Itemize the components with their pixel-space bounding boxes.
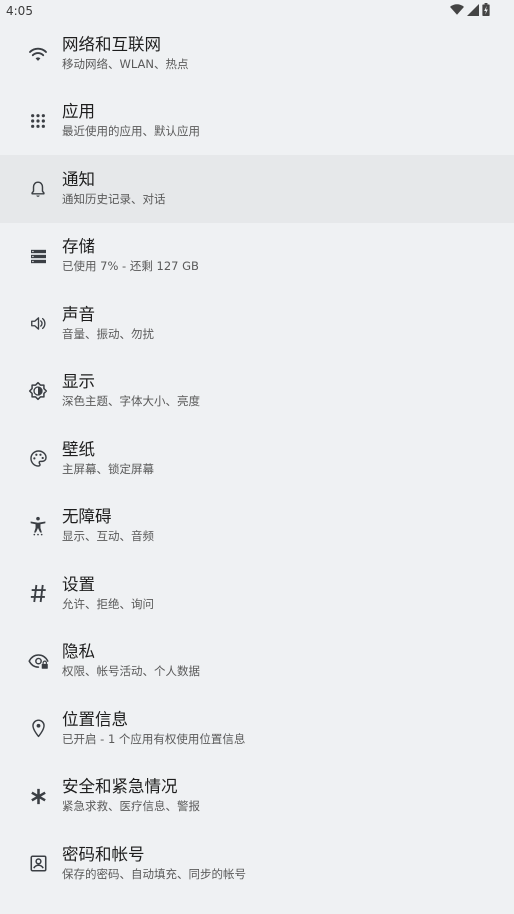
status-time: 4:05 (6, 4, 33, 18)
settings-item-subtitle: 移动网络、WLAN、热点 (62, 56, 189, 71)
settings-item-text: 应用 最近使用的应用、默认应用 (62, 101, 200, 139)
account-box-icon (27, 853, 49, 875)
settings-item-settings[interactable]: 设置 允许、拒绝、询问 (0, 560, 514, 628)
settings-item-title: 壁纸 (62, 439, 95, 459)
settings-item-text: 声音 音量、振动、勿扰 (62, 304, 154, 342)
settings-item-subtitle: 已开启 - 1 个应用有权使用位置信息 (62, 731, 246, 746)
apps-grid-icon (27, 110, 49, 132)
palette-icon (27, 448, 49, 470)
settings-item-subtitle: 音量、振动、勿扰 (62, 326, 154, 341)
settings-item-storage[interactable]: 存储 已使用 7% - 还剩 127 GB (0, 223, 514, 291)
settings-item-text: 存储 已使用 7% - 还剩 127 GB (62, 236, 199, 274)
settings-list: 网络和互联网 移动网络、WLAN、热点 应用 最近使用的应用、默认应用 通知 通… (0, 20, 514, 898)
settings-item-network[interactable]: 网络和互联网 移动网络、WLAN、热点 (0, 20, 514, 88)
settings-item-subtitle: 通知历史记录、对话 (62, 191, 166, 206)
settings-item-text: 安全和紧急情况 紧急求救、医疗信息、警报 (62, 776, 200, 814)
settings-item-apps[interactable]: 应用 最近使用的应用、默认应用 (0, 88, 514, 156)
speaker-icon (27, 313, 49, 335)
settings-item-sound[interactable]: 声音 音量、振动、勿扰 (0, 290, 514, 358)
settings-item-title: 应用 (62, 102, 95, 122)
privacy-eye-lock-icon (27, 650, 49, 672)
hashtag-icon (27, 583, 49, 605)
settings-item-text: 隐私 权限、帐号活动、个人数据 (62, 641, 200, 679)
settings-item-title: 声音 (62, 304, 95, 324)
settings-item-text: 显示 深色主题、字体大小、亮度 (62, 371, 200, 409)
settings-item-safety-emergency[interactable]: 安全和紧急情况 紧急求救、医疗信息、警报 (0, 763, 514, 831)
settings-item-wallpaper[interactable]: 壁纸 主屏幕、锁定屏幕 (0, 425, 514, 493)
settings-item-text: 无障碍 显示、互动、音频 (62, 506, 154, 544)
settings-item-subtitle: 已使用 7% - 还剩 127 GB (62, 259, 199, 274)
settings-item-title: 密码和帐号 (62, 844, 145, 864)
settings-item-title: 隐私 (62, 642, 95, 662)
settings-item-title: 显示 (62, 372, 95, 392)
settings-item-title: 存储 (62, 237, 95, 257)
settings-item-accessibility[interactable]: 无障碍 显示、互动、音频 (0, 493, 514, 561)
settings-item-subtitle: 主屏幕、锁定屏幕 (62, 461, 154, 476)
wifi-icon (450, 4, 464, 15)
settings-item-location[interactable]: 位置信息 已开启 - 1 个应用有权使用位置信息 (0, 695, 514, 763)
settings-item-subtitle: 允许、拒绝、询问 (62, 596, 154, 611)
battery-charging-icon (482, 3, 490, 16)
settings-item-title: 设置 (62, 574, 95, 594)
status-icons (450, 3, 490, 16)
settings-item-subtitle: 最近使用的应用、默认应用 (62, 124, 200, 139)
settings-item-display[interactable]: 显示 深色主题、字体大小、亮度 (0, 358, 514, 426)
settings-item-text: 通知 通知历史记录、对话 (62, 169, 166, 207)
settings-item-subtitle: 显示、互动、音频 (62, 529, 154, 544)
settings-item-passwords-accounts[interactable]: 密码和帐号 保存的密码、自动填充、同步的帐号 (0, 830, 514, 898)
settings-item-subtitle: 深色主题、字体大小、亮度 (62, 394, 200, 409)
settings-item-title: 通知 (62, 169, 95, 189)
settings-item-text: 壁纸 主屏幕、锁定屏幕 (62, 439, 154, 477)
settings-item-title: 无障碍 (62, 507, 112, 527)
settings-item-title: 安全和紧急情况 (62, 777, 178, 797)
storage-icon (27, 245, 49, 267)
asterisk-icon (27, 785, 49, 807)
settings-item-text: 位置信息 已开启 - 1 个应用有权使用位置信息 (62, 709, 245, 747)
settings-item-subtitle: 保存的密码、自动填充、同步的帐号 (62, 866, 246, 881)
brightness-icon (27, 380, 49, 402)
wifi-icon (27, 43, 49, 65)
settings-item-title: 网络和互联网 (62, 34, 161, 54)
settings-item-subtitle: 权限、帐号活动、个人数据 (62, 664, 200, 679)
settings-item-text: 密码和帐号 保存的密码、自动填充、同步的帐号 (62, 844, 246, 882)
settings-item-title: 位置信息 (62, 709, 128, 729)
bell-icon (27, 178, 49, 200)
settings-item-notifications[interactable]: 通知 通知历史记录、对话 (0, 155, 514, 223)
status-bar: 4:05 (0, 0, 514, 22)
location-pin-icon (27, 718, 49, 740)
settings-item-privacy[interactable]: 隐私 权限、帐号活动、个人数据 (0, 628, 514, 696)
settings-item-text: 设置 允许、拒绝、询问 (62, 574, 154, 612)
settings-item-text: 网络和互联网 移动网络、WLAN、热点 (62, 34, 189, 72)
settings-item-subtitle: 紧急求救、医疗信息、警报 (62, 799, 200, 814)
accessibility-icon (27, 515, 49, 537)
cellular-signal-icon (467, 3, 479, 16)
